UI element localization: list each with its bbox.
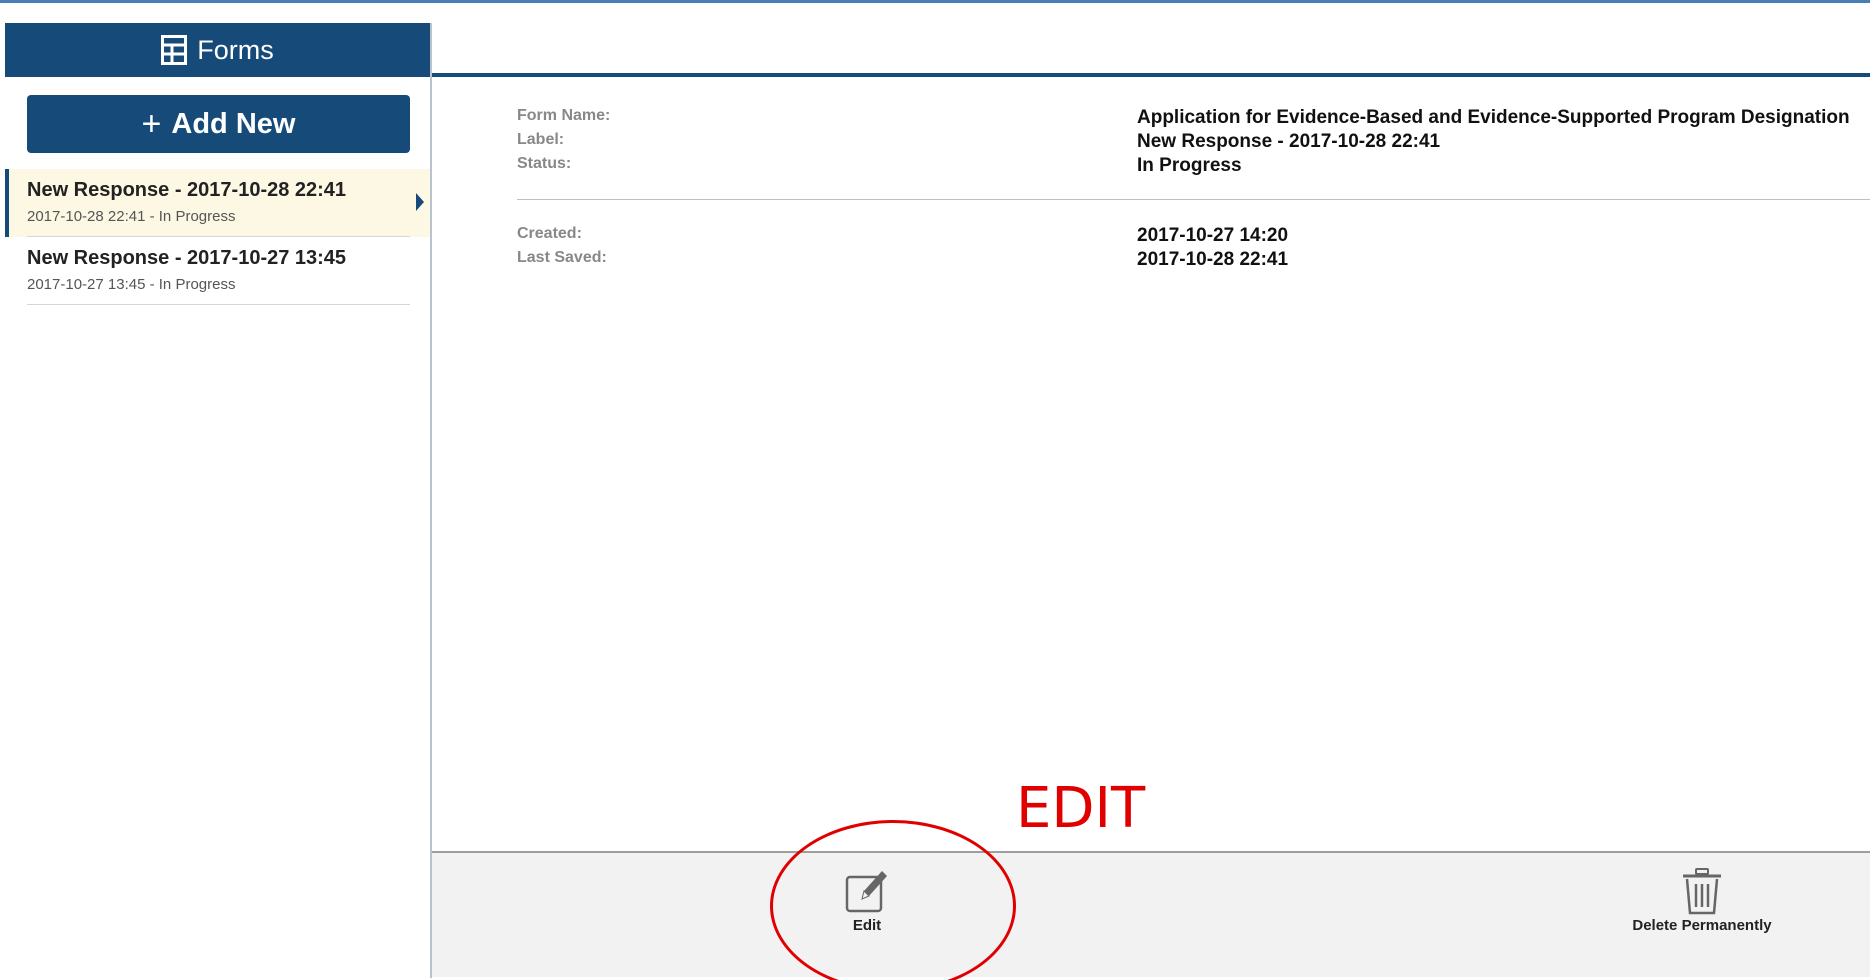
caret-right-icon [416, 193, 424, 211]
list-item[interactable]: New Response - 2017-10-28 22:41 2017-10-… [5, 169, 430, 237]
last-saved-value: 2017-10-28 22:41 [1137, 249, 1289, 270]
list-item-title: New Response - 2017-10-27 13:45 [27, 247, 347, 269]
add-new-label: Add New [171, 107, 296, 140]
delete-label: Delete Permanently [1632, 917, 1772, 934]
list-item-subtitle: 2017-10-27 13:45 - In Progress [27, 276, 236, 293]
delete-permanently-button[interactable]: Delete Permanently [1632, 867, 1772, 934]
form-name-value: Application for Evidence-Based and Evide… [1137, 107, 1850, 128]
edit-label: Edit [852, 917, 882, 934]
status-value: In Progress [1137, 155, 1242, 176]
edit-icon [844, 867, 890, 917]
label-label: Label: [517, 131, 565, 148]
status-label: Status: [517, 155, 572, 172]
divider [517, 199, 1870, 200]
add-new-button[interactable]: + Add New [27, 95, 410, 153]
action-toolbar: Edit Delete Permanently [432, 851, 1870, 977]
form-name-label: Form Name: [517, 107, 611, 124]
last-saved-label: Last Saved: [517, 249, 607, 266]
edit-button[interactable]: Edit [832, 867, 902, 934]
label-value: New Response - 2017-10-28 22:41 [1137, 131, 1441, 152]
annotation-text: EDIT [1016, 776, 1146, 841]
created-value: 2017-10-27 14:20 [1137, 225, 1289, 246]
status-row: Status: In Progress [517, 155, 1870, 183]
list-item-subtitle: 2017-10-28 22:41 - In Progress [27, 208, 236, 225]
app-window: Forms + Add New New Response - 2017-10-2… [0, 0, 1870, 980]
trash-icon [1678, 867, 1726, 917]
list-item[interactable]: New Response - 2017-10-27 13:45 2017-10-… [5, 237, 430, 305]
list-item-title: New Response - 2017-10-28 22:41 [27, 179, 347, 201]
details-panel: Form Name: Application for Evidence-Base… [432, 81, 1870, 851]
created-label: Created: [517, 225, 582, 242]
plus-icon: + [141, 105, 162, 143]
sidebar-title: Forms [197, 34, 274, 65]
sidebar: Forms + Add New New Response - 2017-10-2… [5, 23, 432, 978]
last-saved-row: Last Saved: 2017-10-28 22:41 [517, 249, 1870, 277]
response-list: New Response - 2017-10-28 22:41 2017-10-… [5, 169, 430, 305]
top-bar [432, 23, 1870, 77]
sidebar-header: Forms [5, 23, 430, 77]
table-icon [161, 35, 188, 65]
